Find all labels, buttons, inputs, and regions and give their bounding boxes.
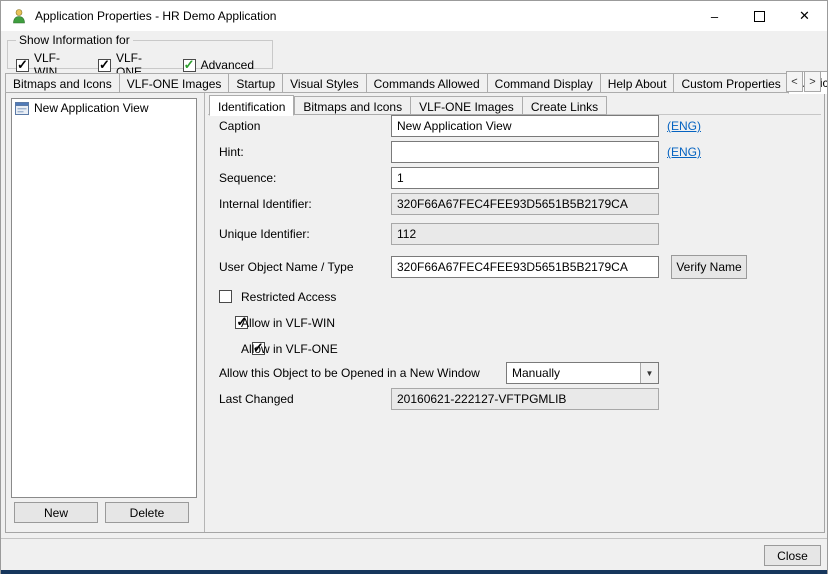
internal-identifier-field xyxy=(391,193,659,215)
advanced-checkbox[interactable] xyxy=(182,58,196,72)
tab-inner-vlf-one-images[interactable]: VLF-ONE Images xyxy=(410,96,522,115)
tab-identification[interactable]: Identification xyxy=(209,95,295,116)
chevron-left-icon: < xyxy=(791,75,798,88)
close-window-button[interactable]: ✕ xyxy=(782,1,827,31)
tab-commands-allowed[interactable]: Commands Allowed xyxy=(365,73,487,93)
show-information-label: Show Information for xyxy=(19,33,130,47)
application-views-list[interactable]: New Application View xyxy=(11,98,197,498)
application-properties-dialog: Application Properties - HR Demo Applica… xyxy=(0,0,828,574)
restricted-access-checkbox[interactable] xyxy=(219,290,232,303)
window-title: Application Properties - HR Demo Applica… xyxy=(35,9,277,23)
tab-vlf-one-images[interactable]: VLF-ONE Images xyxy=(118,73,229,93)
tab-startup[interactable]: Startup xyxy=(228,73,283,93)
hint-label: Hint: xyxy=(219,145,244,159)
panel-divider xyxy=(204,93,205,532)
unique-identifier-label: Unique Identifier: xyxy=(219,227,310,241)
caption-input[interactable] xyxy=(391,115,659,137)
close-icon: ✕ xyxy=(799,8,810,23)
open-in-new-window-dropdown[interactable]: Manually ▼ xyxy=(506,362,659,384)
restricted-access-label: Restricted Access xyxy=(241,290,337,304)
user-object-name-label: User Object Name / Type xyxy=(219,260,354,274)
user-object-name-input[interactable] xyxy=(391,256,659,278)
outer-tab-strip: Bitmaps and Icons VLF-ONE Images Startup… xyxy=(5,71,827,94)
app-icon xyxy=(13,9,25,24)
new-button[interactable]: New xyxy=(14,502,98,523)
minimize-icon: – xyxy=(710,8,719,24)
hint-language-link[interactable]: (ENG) xyxy=(667,145,701,159)
show-information-group: Show Information for VLF-WIN VLF-ONE Adv… xyxy=(7,33,273,79)
tab-scroll-right-button[interactable]: > xyxy=(804,71,821,92)
unique-identifier-field xyxy=(391,223,659,245)
tab-inner-bitmaps-and-icons[interactable]: Bitmaps and Icons xyxy=(294,96,411,115)
open-in-new-window-label: Allow this Object to be Opened in a New … xyxy=(219,366,480,380)
footer-divider xyxy=(1,538,827,539)
caption-language-link[interactable]: (ENG) xyxy=(667,119,701,133)
chevron-right-icon: > xyxy=(809,75,816,88)
allow-in-vlf-one-label: Allow in VLF-ONE xyxy=(241,342,338,356)
vlf-one-checkbox[interactable] xyxy=(98,58,111,72)
delete-button[interactable]: Delete xyxy=(105,502,189,523)
maximize-button[interactable] xyxy=(737,1,782,31)
allow-in-vlf-win-label: Allow in VLF-WIN xyxy=(241,316,336,330)
tab-create-links[interactable]: Create Links xyxy=(521,96,608,115)
tab-bitmaps-and-icons[interactable]: Bitmaps and Icons xyxy=(5,73,119,93)
verify-name-button[interactable]: Verify Name xyxy=(671,255,747,279)
advanced-checkbox-row[interactable]: Advanced xyxy=(182,58,254,72)
chevron-down-icon[interactable]: ▼ xyxy=(640,363,658,383)
tab-visual-styles[interactable]: Visual Styles xyxy=(282,73,366,93)
tab-command-display[interactable]: Command Display xyxy=(486,73,600,93)
application-view-icon xyxy=(15,101,29,115)
hint-input[interactable] xyxy=(391,141,659,163)
list-item-new-application-view[interactable]: New Application View xyxy=(12,99,196,117)
vlf-win-checkbox[interactable] xyxy=(16,58,29,72)
window-bottom-edge xyxy=(1,570,827,574)
last-changed-label: Last Changed xyxy=(219,392,294,406)
caption-label: Caption xyxy=(219,119,261,133)
sequence-input[interactable] xyxy=(391,167,659,189)
list-item-label: New Application View xyxy=(34,101,149,115)
tab-help-about[interactable]: Help About xyxy=(599,73,674,93)
maximize-icon xyxy=(754,10,765,22)
dropdown-selected-value: Manually xyxy=(512,366,561,380)
tab-custom-properties[interactable]: Custom Properties xyxy=(673,73,788,93)
internal-identifier-label: Internal Identifier: xyxy=(219,197,312,211)
minimize-button[interactable]: – xyxy=(692,1,737,31)
titlebar[interactable]: Application Properties - HR Demo Applica… xyxy=(1,1,827,31)
advanced-checkbox-label: Advanced xyxy=(200,58,254,72)
sequence-label: Sequence: xyxy=(219,171,277,185)
close-button[interactable]: Close xyxy=(764,545,821,566)
inner-tab-strip: Identification Bitmaps and Icons VLF-ONE… xyxy=(209,94,608,116)
last-changed-field xyxy=(391,388,659,410)
tab-scroll-left-button[interactable]: < xyxy=(786,71,803,92)
